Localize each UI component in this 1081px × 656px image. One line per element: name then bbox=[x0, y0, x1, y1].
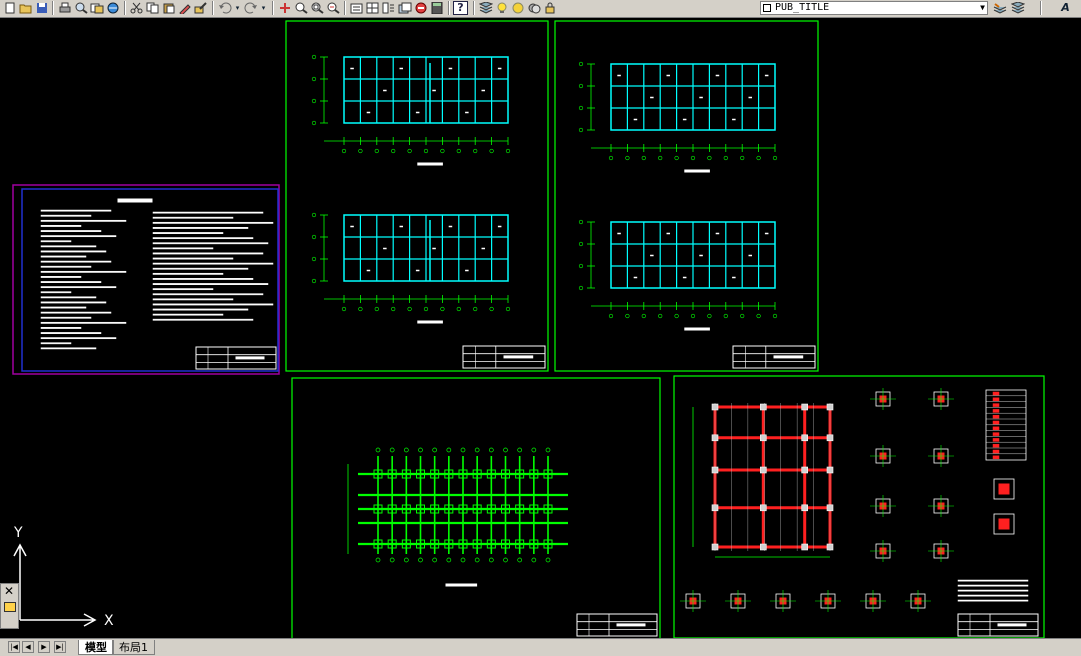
ucs-x-label: X bbox=[104, 613, 114, 629]
layout-tab-bar: |◀ ◀ ▶ ▶| 模型 布局1 bbox=[0, 638, 1081, 656]
print-icon[interactable] bbox=[57, 1, 72, 15]
sheet-set-icon[interactable] bbox=[397, 1, 412, 15]
palette-icon bbox=[4, 602, 16, 612]
last-tab-icon[interactable]: ▶| bbox=[54, 641, 66, 653]
tool-palettes-icon[interactable] bbox=[381, 1, 396, 15]
help-icon[interactable]: ? bbox=[453, 1, 468, 15]
layer-color-swatch bbox=[763, 4, 771, 12]
cut-icon[interactable] bbox=[129, 1, 144, 15]
layer-walk-icon[interactable] bbox=[1010, 1, 1025, 15]
design-center-icon[interactable] bbox=[365, 1, 380, 15]
block-editor-icon[interactable] bbox=[193, 1, 208, 15]
paste-icon[interactable] bbox=[161, 1, 176, 15]
pan-icon[interactable] bbox=[277, 1, 292, 15]
layer-name: PUB_TITLE bbox=[775, 2, 830, 13]
new-icon[interactable] bbox=[2, 1, 17, 15]
zoom-previous-icon[interactable] bbox=[325, 1, 340, 15]
ucs-y-label: Y bbox=[13, 525, 23, 541]
previous-tab-icon[interactable]: ◀ bbox=[22, 641, 34, 653]
zoom-window-icon[interactable] bbox=[309, 1, 324, 15]
tab-model[interactable]: 模型 bbox=[78, 640, 114, 655]
redo-dropdown-icon[interactable]: ▾ bbox=[259, 1, 268, 15]
publish-icon[interactable] bbox=[89, 1, 104, 15]
properties-icon[interactable] bbox=[349, 1, 364, 15]
3d-dwf-icon[interactable] bbox=[105, 1, 120, 15]
tool-palette-strip[interactable]: ✕ bbox=[0, 583, 19, 629]
layer-manager-icon[interactable] bbox=[478, 1, 493, 15]
next-tab-icon[interactable]: ▶ bbox=[38, 641, 50, 653]
standard-toolbar: ▾ ▾ ? PUB_TITLE ▼ A bbox=[0, 0, 1081, 18]
layer-on-icon[interactable] bbox=[494, 1, 509, 15]
save-icon[interactable] bbox=[34, 1, 49, 15]
close-icon[interactable]: ✕ bbox=[4, 584, 14, 598]
match-properties-icon[interactable] bbox=[177, 1, 192, 15]
text-style-icon[interactable]: A bbox=[1058, 1, 1073, 15]
layer-dropdown[interactable]: PUB_TITLE ▼ bbox=[760, 1, 988, 15]
redo-icon[interactable] bbox=[243, 1, 258, 15]
layer-previous-icon[interactable] bbox=[992, 1, 1007, 15]
undo-icon[interactable] bbox=[217, 1, 232, 15]
layer-states-icon[interactable] bbox=[542, 1, 557, 15]
undo-dropdown-icon[interactable]: ▾ bbox=[233, 1, 242, 15]
tab-layout1[interactable]: 布局1 bbox=[112, 640, 155, 655]
calculator-icon[interactable] bbox=[429, 1, 444, 15]
layer-lock-icon[interactable] bbox=[526, 1, 541, 15]
open-icon[interactable] bbox=[18, 1, 33, 15]
markup-icon[interactable] bbox=[413, 1, 428, 15]
chevron-down-icon: ▼ bbox=[980, 3, 985, 12]
preview-icon[interactable] bbox=[73, 1, 88, 15]
drawing-canvas[interactable]: Y X bbox=[0, 18, 1081, 638]
zoom-realtime-icon[interactable] bbox=[293, 1, 308, 15]
first-tab-icon[interactable]: |◀ bbox=[8, 641, 20, 653]
copy-icon[interactable] bbox=[145, 1, 160, 15]
layer-freeze-icon[interactable] bbox=[510, 1, 525, 15]
